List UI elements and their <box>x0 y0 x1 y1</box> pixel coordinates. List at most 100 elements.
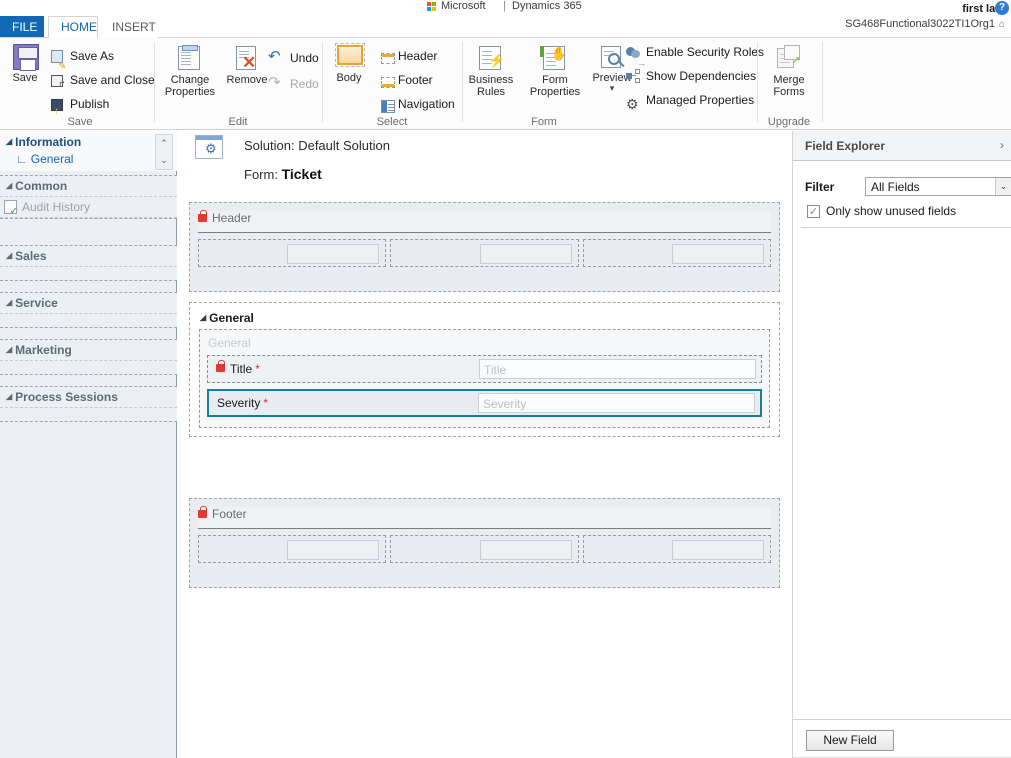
nav-section-header-marketing[interactable]: ◢ Marketing <box>0 340 177 360</box>
body-button[interactable]: Body <box>326 42 372 84</box>
ribbon-divider-5 <box>822 42 823 122</box>
form-field-severity-text: Severity <box>217 396 261 410</box>
form-header-titlebar: Header <box>198 210 771 233</box>
only-unused-fields-checkbox[interactable]: ✓ <box>807 205 820 218</box>
nav-section-header-sales[interactable]: ◢ Sales <box>0 246 177 266</box>
form-footer-cell-field[interactable] <box>479 540 572 560</box>
form-field-title-label: Title * <box>230 362 260 376</box>
brand-product: Dynamics 365 <box>512 0 582 12</box>
form-header-section[interactable]: Header <box>189 202 780 292</box>
help-icon[interactable]: ? <box>995 1 1009 15</box>
nav-scroll-buttons[interactable]: ⌃ ⌄ <box>155 134 173 170</box>
form-header-cell[interactable] <box>390 239 579 267</box>
form-footer-cell-field[interactable] <box>287 540 380 560</box>
show-dependencies-button[interactable]: Show Dependencies <box>624 64 756 88</box>
only-unused-fields-row[interactable]: ✓ Only show unused fields <box>793 203 1011 223</box>
enable-security-roles-button[interactable]: → Enable Security Roles <box>624 40 764 68</box>
form-footer-cell[interactable] <box>582 535 771 563</box>
lock-icon <box>216 360 225 372</box>
form-tab-general[interactable]: ◢ General General Title * Title Severity * … <box>189 302 780 437</box>
form-properties-button[interactable]: ✋ Form Properties <box>525 42 585 98</box>
form-field-row-title[interactable]: Title * Title <box>207 355 762 383</box>
save-as-button[interactable]: ✎ Save As <box>48 44 115 72</box>
scroll-up-icon[interactable]: ⌃ <box>160 138 168 149</box>
redo-arrow-icon: ↷ <box>268 74 281 91</box>
form-field-title-text: Title <box>230 362 253 376</box>
new-field-button[interactable]: New Field <box>806 730 894 751</box>
ribbon-group-label-upgrade: Upgrade <box>767 116 811 128</box>
dependencies-icon <box>626 68 642 84</box>
form-header-cell-field[interactable] <box>671 244 764 264</box>
redo-button[interactable]: ↷ Redo <box>268 72 319 96</box>
form-field-severity-input[interactable]: Severity <box>478 393 755 413</box>
filter-label: Filter <box>805 180 835 194</box>
canvas-header: ⚙ Solution: Default Solution Form: Ticke… <box>178 131 791 193</box>
nav-section-header-service[interactable]: ◢ Service <box>0 293 177 313</box>
save-as-label: Save As <box>70 49 115 63</box>
form-footer-cell-field[interactable] <box>671 540 764 560</box>
tab-insert[interactable]: INSERT <box>100 16 158 38</box>
dynamics-form-editor: Microsoft | Dynamics 365 first last SG46… <box>0 0 1011 758</box>
nav-section-header-process-sessions[interactable]: ◢ Process Sessions <box>0 387 177 407</box>
scroll-down-icon[interactable]: ⌄ <box>160 155 168 166</box>
publish-icon: ↑ <box>50 96 66 117</box>
expand-triangle-icon: ◢ <box>6 137 13 146</box>
nav-section-common-label: Common <box>15 179 68 193</box>
sidebar-item-audit-history[interactable]: Audit History <box>0 196 177 218</box>
filter-select[interactable]: All Fields ⌄ <box>865 177 1011 196</box>
nav-section-service: ◢ Service <box>0 292 177 328</box>
nav-section-header-common[interactable]: ◢ Common <box>0 176 177 196</box>
form-section-general[interactable]: General Title * Title Severity * Severity <box>199 329 770 428</box>
chevron-right-icon[interactable]: › <box>1000 138 1004 152</box>
sidebar-item-general[interactable]: ∟ General <box>16 152 73 166</box>
form-header-cell[interactable] <box>198 239 387 267</box>
ribbon-group-form: ⚡ Business Rules ✋ Form Properties Previ… <box>461 38 764 130</box>
form-tab-general-title[interactable]: ◢ General <box>200 311 254 325</box>
form-footer-cell[interactable] <box>390 535 579 563</box>
field-explorer-header: Field Explorer › <box>793 131 1011 161</box>
business-rules-button[interactable]: ⚡ Business Rules <box>461 42 521 98</box>
save-button[interactable]: Save <box>2 42 48 84</box>
ribbon-group-edit: Change Properties ✕ Remove ↶ Undo ↷ Redo <box>156 38 320 130</box>
nav-section-marketing: ◢ Marketing <box>0 339 177 375</box>
nav-section-process-sessions: ◢ Process Sessions <box>0 386 177 422</box>
form-header-cell-row <box>198 239 771 267</box>
form-name: Ticket <box>281 166 322 182</box>
header-button[interactable]: Header <box>376 44 437 68</box>
footer-button[interactable]: Footer <box>376 68 433 92</box>
undo-button[interactable]: ↶ Undo <box>268 46 319 70</box>
form-field-row-severity[interactable]: Severity * Severity <box>207 389 762 417</box>
remove-button[interactable]: ✕ Remove <box>224 42 270 86</box>
collapse-triangle-icon: ◢ <box>200 313 207 322</box>
nav-information-label: Information <box>15 135 82 149</box>
tab-home[interactable]: HOME <box>48 16 98 38</box>
managed-properties-label: Managed Properties <box>646 93 755 107</box>
tab-file[interactable]: FILE <box>0 16 44 38</box>
merge-forms-button[interactable]: ➚ Merge Forms <box>759 42 819 98</box>
header-label: Header <box>398 49 438 63</box>
managed-properties-button[interactable]: ⚙ Managed Properties <box>624 88 754 112</box>
ribbon-group-select: Body Header Footer Navigation Select <box>324 38 460 130</box>
change-properties-button[interactable]: Change Properties <box>160 42 220 98</box>
merge-forms-label: Merge Forms <box>773 74 805 98</box>
form-footer-cell[interactable] <box>198 535 387 563</box>
brand-separator: | <box>503 0 506 12</box>
navigation-icon <box>378 96 395 113</box>
form-footer-section[interactable]: Footer <box>189 498 780 588</box>
navigation-button[interactable]: Navigation <box>376 92 455 116</box>
field-explorer-panel: Field Explorer › Filter All Fields ⌄ ✓ O… <box>792 131 1011 758</box>
footer-icon <box>378 72 395 88</box>
form-header-cell[interactable] <box>582 239 771 267</box>
chevron-down-icon[interactable]: ⌄ <box>995 178 1011 195</box>
form-field-title-input[interactable]: Title <box>479 359 756 379</box>
form-section-general-label: General <box>208 336 251 350</box>
save-and-close-button[interactable]: ↱ Save and Close <box>48 68 155 92</box>
nav-section-process-sessions-empty <box>0 407 177 421</box>
publish-label: Publish <box>70 97 110 111</box>
form-header-cell-field[interactable] <box>287 244 380 264</box>
nav-information-title[interactable]: ◢ Information <box>6 135 81 149</box>
ribbon-tabstrip: FILE HOME INSERT <box>0 16 1011 38</box>
publish-button[interactable]: ↑ Publish <box>48 92 110 117</box>
form-header-cell-field[interactable] <box>479 244 572 264</box>
audit-history-icon <box>4 200 18 217</box>
